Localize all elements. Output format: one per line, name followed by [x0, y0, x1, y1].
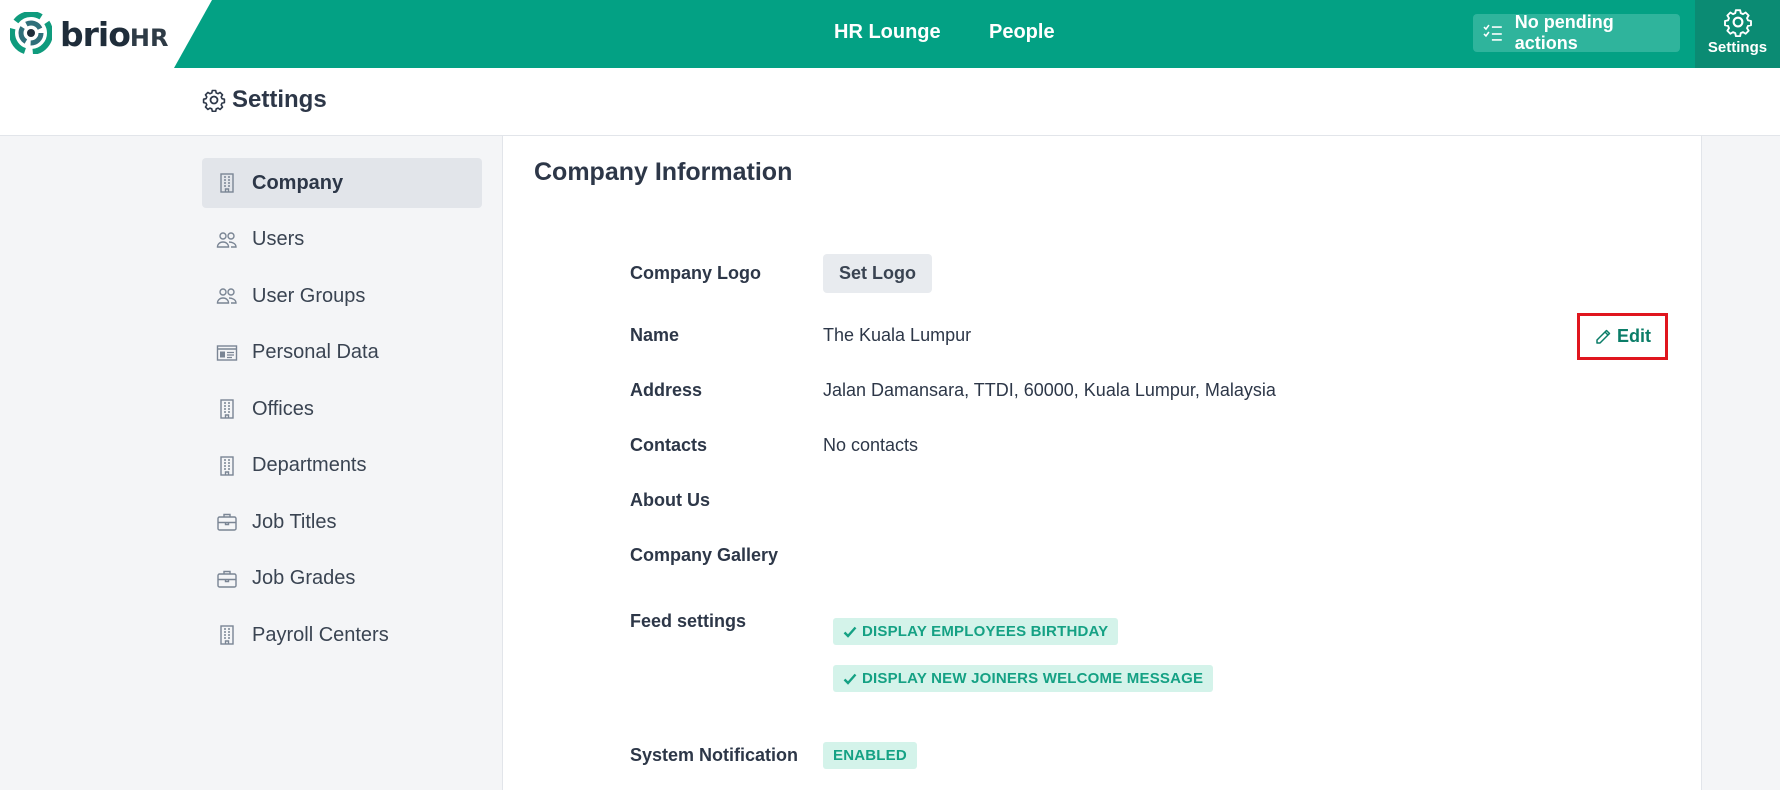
sidebar-item-job-titles[interactable]: Job Titles [202, 497, 482, 547]
building-icon [220, 455, 234, 476]
users-icon [216, 231, 237, 248]
sidebar-item-label: Offices [252, 397, 314, 420]
briefcase-icon [217, 570, 237, 588]
system-notification-status-badge: ENABLED [823, 742, 917, 769]
building-icon [220, 625, 234, 645]
section-title: Company Information [534, 158, 793, 186]
gear-icon [1723, 9, 1752, 37]
sidebar-item-departments[interactable]: Departments [202, 441, 482, 491]
about-us-label: About Us [630, 490, 710, 510]
gear-icon [202, 89, 226, 112]
pending-actions-button[interactable]: No pending actions [1473, 12, 1680, 53]
contacts-value: No contacts [823, 435, 919, 455]
checklist-icon [1483, 24, 1502, 41]
page-header: Settings [0, 68, 1780, 136]
check-icon [843, 673, 857, 685]
name-label: Name [630, 325, 680, 345]
set-logo-button[interactable]: Set Logo [823, 254, 932, 293]
company-information-panel: Company Information Company Logo Set Log… [502, 136, 1702, 790]
contacts-label: Contacts [630, 435, 708, 455]
id-card-icon [216, 344, 238, 361]
address-label: Address [630, 380, 703, 400]
sidebar-item-payroll-centers[interactable]: Payroll Centers [202, 610, 482, 660]
nav-link-people[interactable]: People [989, 0, 1055, 68]
sidebar-item-label: Payroll Centers [252, 623, 389, 646]
settings-nav-label: Settings [1707, 39, 1768, 56]
settings-nav-button[interactable]: Settings [1695, 0, 1780, 68]
sidebar-item-label: Users [252, 228, 305, 250]
pending-actions-label: No pending actions [1514, 12, 1614, 53]
sidebar-item-users[interactable]: Users [202, 215, 482, 265]
check-icon [843, 626, 857, 638]
company-gallery-label: Company Gallery [630, 545, 779, 565]
edit-label: Edit [1617, 326, 1651, 346]
building-icon [220, 399, 234, 419]
sidebar-item-label: User Groups [252, 284, 366, 307]
sidebar-item-label: Job Grades [252, 567, 356, 589]
sidebar-item-user-groups[interactable]: User Groups [202, 271, 482, 321]
sidebar-item-label: Company [252, 171, 344, 194]
settings-sidebar: Company Users User Groups Personal Data … [202, 158, 482, 667]
brand-wordmark: brioHR [60, 15, 169, 54]
sidebar-item-offices[interactable]: Offices [202, 384, 482, 434]
top-navigation-bar: brioHR HR Lounge People No pending actio… [0, 0, 1780, 68]
sidebar-item-personal-data[interactable]: Personal Data [202, 328, 482, 378]
edit-button[interactable]: Edit [1577, 313, 1668, 360]
page-title: Settings [202, 86, 327, 114]
feed-tag-new-joiners: DISPLAY NEW JOINERS WELCOME MESSAGE [833, 665, 1214, 692]
sidebar-item-label: Departments [252, 454, 367, 476]
sidebar-item-label: Job Titles [252, 510, 337, 533]
sidebar-item-label: Personal Data [252, 341, 379, 363]
name-value: The Kuala Lumpur [823, 325, 972, 345]
system-notification-label: System Notification [630, 745, 799, 765]
brio-logo-icon [10, 12, 52, 54]
users-icon [216, 288, 237, 304]
sidebar-item-company[interactable]: Company [202, 158, 482, 208]
brand-logo[interactable]: brioHR [0, 0, 212, 68]
briefcase-icon [217, 513, 237, 531]
address-value: Jalan Damansara, TTDI, 60000, Kuala Lump… [823, 380, 1276, 400]
company-logo-label: Company Logo [630, 263, 761, 283]
sidebar-item-job-grades[interactable]: Job Grades [202, 554, 482, 604]
page-title-text: Settings [232, 86, 327, 113]
pencil-icon [1596, 329, 1611, 344]
feed-tag-birthday: DISPLAY EMPLOYEES BIRTHDAY [833, 618, 1119, 645]
building-icon [220, 173, 234, 193]
feed-settings-label: Feed settings [630, 611, 747, 631]
nav-link-hr-lounge[interactable]: HR Lounge [834, 0, 941, 68]
